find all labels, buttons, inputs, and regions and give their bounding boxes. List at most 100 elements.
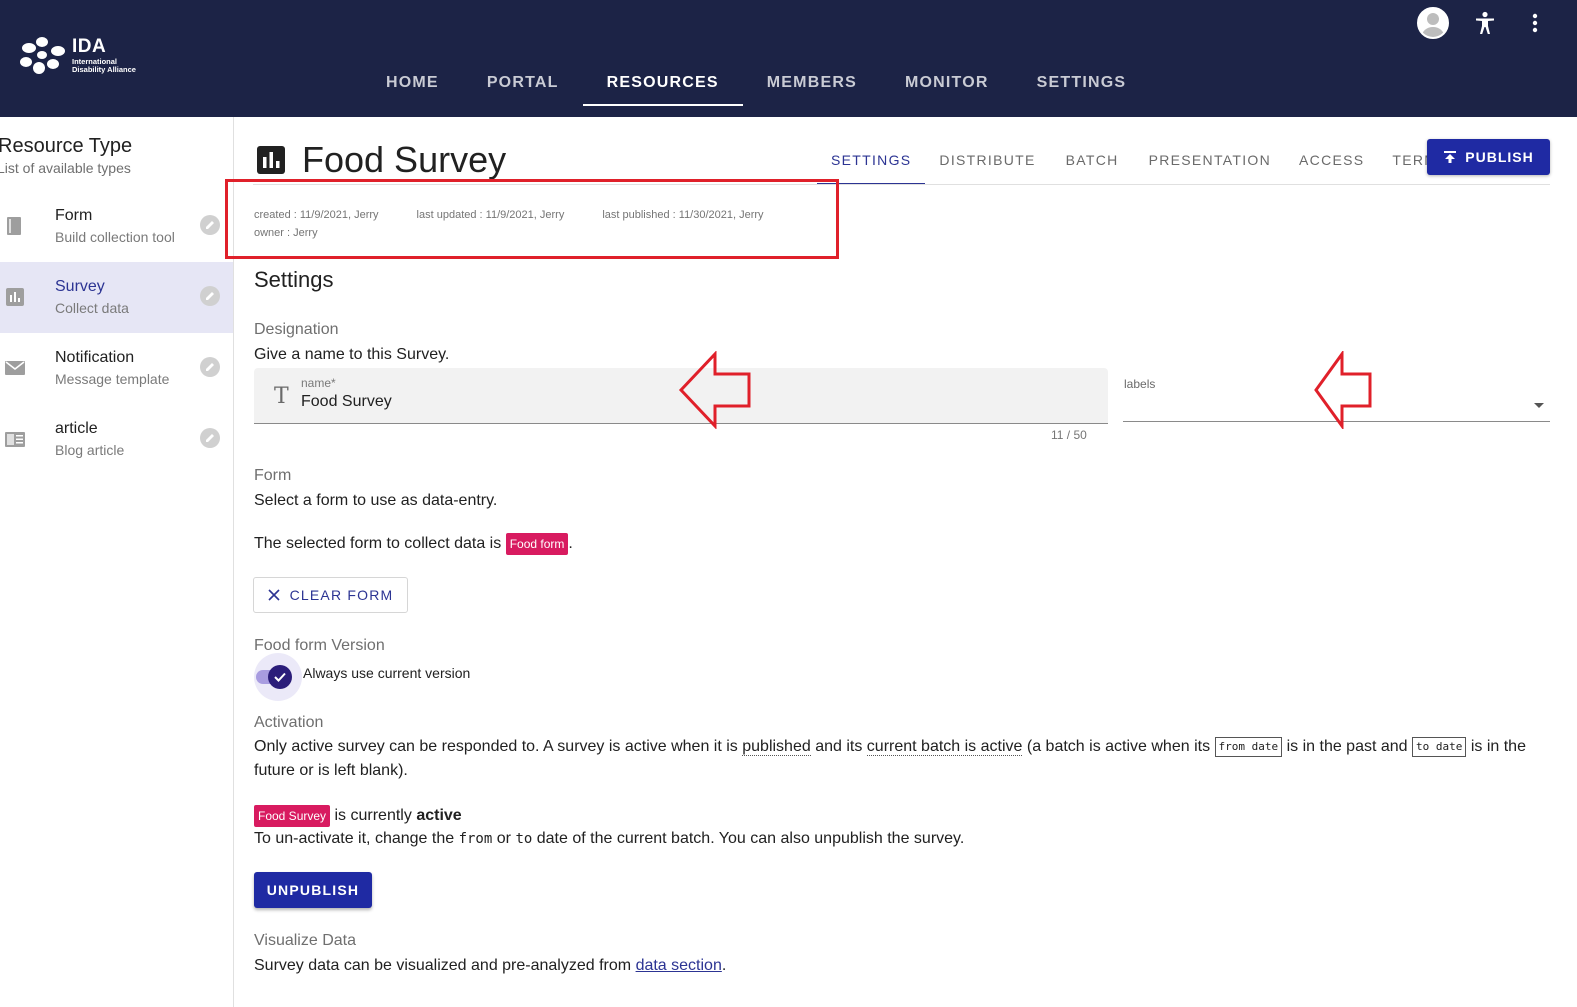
sidebar-item-notification[interactable]: Notification Message template bbox=[0, 333, 233, 404]
selected-form-suffix: . bbox=[568, 535, 573, 553]
sidebar-item-survey[interactable]: Survey Collect data bbox=[0, 262, 233, 333]
annotation-arrow-icon bbox=[678, 351, 751, 429]
tab-presentation[interactable]: PRESENTATION bbox=[1135, 141, 1285, 185]
visualize-label: Visualize Data bbox=[254, 932, 356, 949]
tab-distribute[interactable]: DISTRIBUTE bbox=[925, 141, 1049, 185]
activation-status: Food Survey is currently active bbox=[254, 805, 462, 827]
designation-label: Designation bbox=[254, 321, 339, 338]
labels-field-label: labels bbox=[1124, 377, 1156, 391]
envelope-icon bbox=[5, 361, 25, 375]
nav-home[interactable]: HOME bbox=[362, 60, 463, 106]
sidebar-item-desc: Blog article bbox=[55, 442, 125, 458]
is-currently-text: is currently bbox=[334, 807, 412, 825]
survey-chart-icon bbox=[6, 288, 24, 306]
sidebar-subtitle: List of available types bbox=[0, 160, 131, 176]
unactivate-text-1: To un-activate it, change the bbox=[254, 830, 455, 847]
resource-tabs: SETTINGS DISTRIBUTE BATCH PRESENTATION A… bbox=[817, 141, 1464, 185]
nav-settings[interactable]: SETTINGS bbox=[1013, 60, 1151, 106]
activation-text-6: future or is left blank). bbox=[254, 762, 408, 779]
sidebar-item-label: Notification bbox=[55, 349, 135, 366]
activation-text-5: is in the bbox=[1470, 738, 1526, 755]
toggle-label: Always use current version bbox=[303, 665, 471, 681]
sidebar-item-label: Form bbox=[55, 207, 93, 224]
check-icon bbox=[268, 665, 292, 689]
activation-text-2: and its bbox=[815, 738, 863, 755]
tab-access[interactable]: ACCESS bbox=[1285, 141, 1378, 185]
sidebar-item-article[interactable]: article Blog article bbox=[0, 404, 233, 475]
activation-text-3: (a batch is active when its bbox=[1026, 738, 1211, 755]
activation-state: active bbox=[416, 807, 462, 825]
selected-form-chip[interactable]: Food form bbox=[505, 533, 569, 555]
or-text: or bbox=[496, 830, 511, 847]
nav-resources[interactable]: RESOURCES bbox=[582, 60, 743, 106]
current-version-toggle[interactable] bbox=[254, 653, 302, 701]
unpublish-button[interactable]: UNPUBLISH bbox=[254, 872, 372, 908]
selected-form-prefix: The selected form to collect data is bbox=[254, 535, 502, 553]
survey-chip[interactable]: Food Survey bbox=[254, 805, 331, 827]
close-icon bbox=[268, 589, 280, 601]
user-avatar-icon[interactable] bbox=[1417, 7, 1449, 39]
survey-chart-icon bbox=[257, 146, 285, 174]
form-help: Select a form to use as data-entry. bbox=[254, 492, 498, 509]
selected-form-text: The selected form to collect data is Foo… bbox=[254, 533, 573, 555]
ida-logo[interactable]: IDA International Disability Alliance bbox=[18, 34, 148, 80]
data-section-link[interactable]: data section bbox=[636, 957, 722, 974]
visualize-description: Survey data can be visualized and pre-an… bbox=[254, 957, 632, 974]
from-code: from bbox=[458, 831, 493, 847]
main-nav: HOME PORTAL RESOURCES MEMBERS MONITOR SE… bbox=[362, 60, 1150, 106]
name-char-counter: 11 / 50 bbox=[1051, 428, 1087, 442]
resource-type-sidebar: Resource Type List of available types Fo… bbox=[0, 117, 234, 1007]
page-title: Food Survey bbox=[302, 139, 507, 180]
more-vert-icon[interactable] bbox=[1521, 7, 1549, 39]
sidebar-title: Resource Type bbox=[0, 135, 133, 157]
edit-icon[interactable] bbox=[200, 286, 220, 306]
logo-title: IDA bbox=[72, 36, 107, 57]
annotation-highlight-box bbox=[225, 179, 839, 259]
tab-batch[interactable]: BATCH bbox=[1050, 141, 1135, 185]
sidebar-item-form[interactable]: Form Build collection tool bbox=[0, 191, 233, 262]
name-field-value: Food Survey bbox=[301, 393, 392, 410]
sidebar-item-label: article bbox=[55, 420, 98, 437]
logo-text: IDA International Disability Alliance bbox=[72, 36, 136, 74]
nav-monitor[interactable]: MONITOR bbox=[881, 60, 1013, 106]
ida-flower-icon bbox=[20, 37, 65, 74]
settings-heading: Settings bbox=[254, 267, 334, 292]
clear-form-button[interactable]: CLEAR FORM bbox=[253, 577, 408, 613]
unactivate-text-2: date of the current batch. You can also … bbox=[536, 830, 965, 847]
current-batch-term: current batch is active bbox=[866, 738, 1023, 756]
form-label: Form bbox=[254, 467, 292, 484]
activation-text-1: Only active survey can be responded to. … bbox=[254, 738, 738, 755]
publish-label: PUBLISH bbox=[1465, 149, 1534, 165]
nav-members[interactable]: MEMBERS bbox=[743, 60, 881, 106]
top-actions bbox=[1417, 7, 1549, 39]
edit-icon[interactable] bbox=[200, 428, 220, 448]
publish-button[interactable]: PUBLISH bbox=[1427, 139, 1550, 175]
activation-text-4: is in the past and bbox=[1286, 738, 1408, 755]
activation-label: Activation bbox=[254, 714, 324, 731]
edit-icon[interactable] bbox=[200, 215, 220, 235]
edit-icon[interactable] bbox=[200, 357, 220, 377]
sidebar-item-desc: Collect data bbox=[55, 300, 129, 316]
main-content: Food Survey SETTINGS DISTRIBUTE BATCH PR… bbox=[225, 117, 1577, 1007]
published-term: published bbox=[742, 738, 811, 756]
accessibility-icon[interactable] bbox=[1471, 7, 1499, 39]
to-code: to bbox=[515, 831, 533, 847]
sidebar-item-desc: Build collection tool bbox=[55, 229, 175, 245]
visualize-text: Survey data can be visualized and pre-an… bbox=[254, 957, 726, 975]
nav-portal[interactable]: PORTAL bbox=[463, 60, 583, 106]
designation-help: Give a name to this Survey. bbox=[254, 346, 450, 363]
article-icon bbox=[5, 432, 25, 447]
dropdown-arrow-icon bbox=[1534, 403, 1544, 408]
logo-subtitle-line2: Disability Alliance bbox=[72, 65, 136, 74]
sidebar-item-label: Survey bbox=[55, 278, 105, 295]
to-date-code: to date bbox=[1412, 736, 1467, 757]
annotation-arrow-icon bbox=[1314, 351, 1372, 429]
form-icon bbox=[7, 217, 21, 235]
clear-form-label: CLEAR FORM bbox=[289, 587, 394, 603]
text-format-icon: T bbox=[274, 384, 289, 409]
publish-icon bbox=[1444, 151, 1457, 163]
top-app-bar: IDA International Disability Alliance HO… bbox=[0, 0, 1577, 117]
unactivate-help: To un-activate it, change the from or to… bbox=[254, 830, 964, 848]
activation-description: Only active survey can be responded to. … bbox=[254, 735, 1554, 783]
from-date-code: from date bbox=[1214, 736, 1283, 757]
